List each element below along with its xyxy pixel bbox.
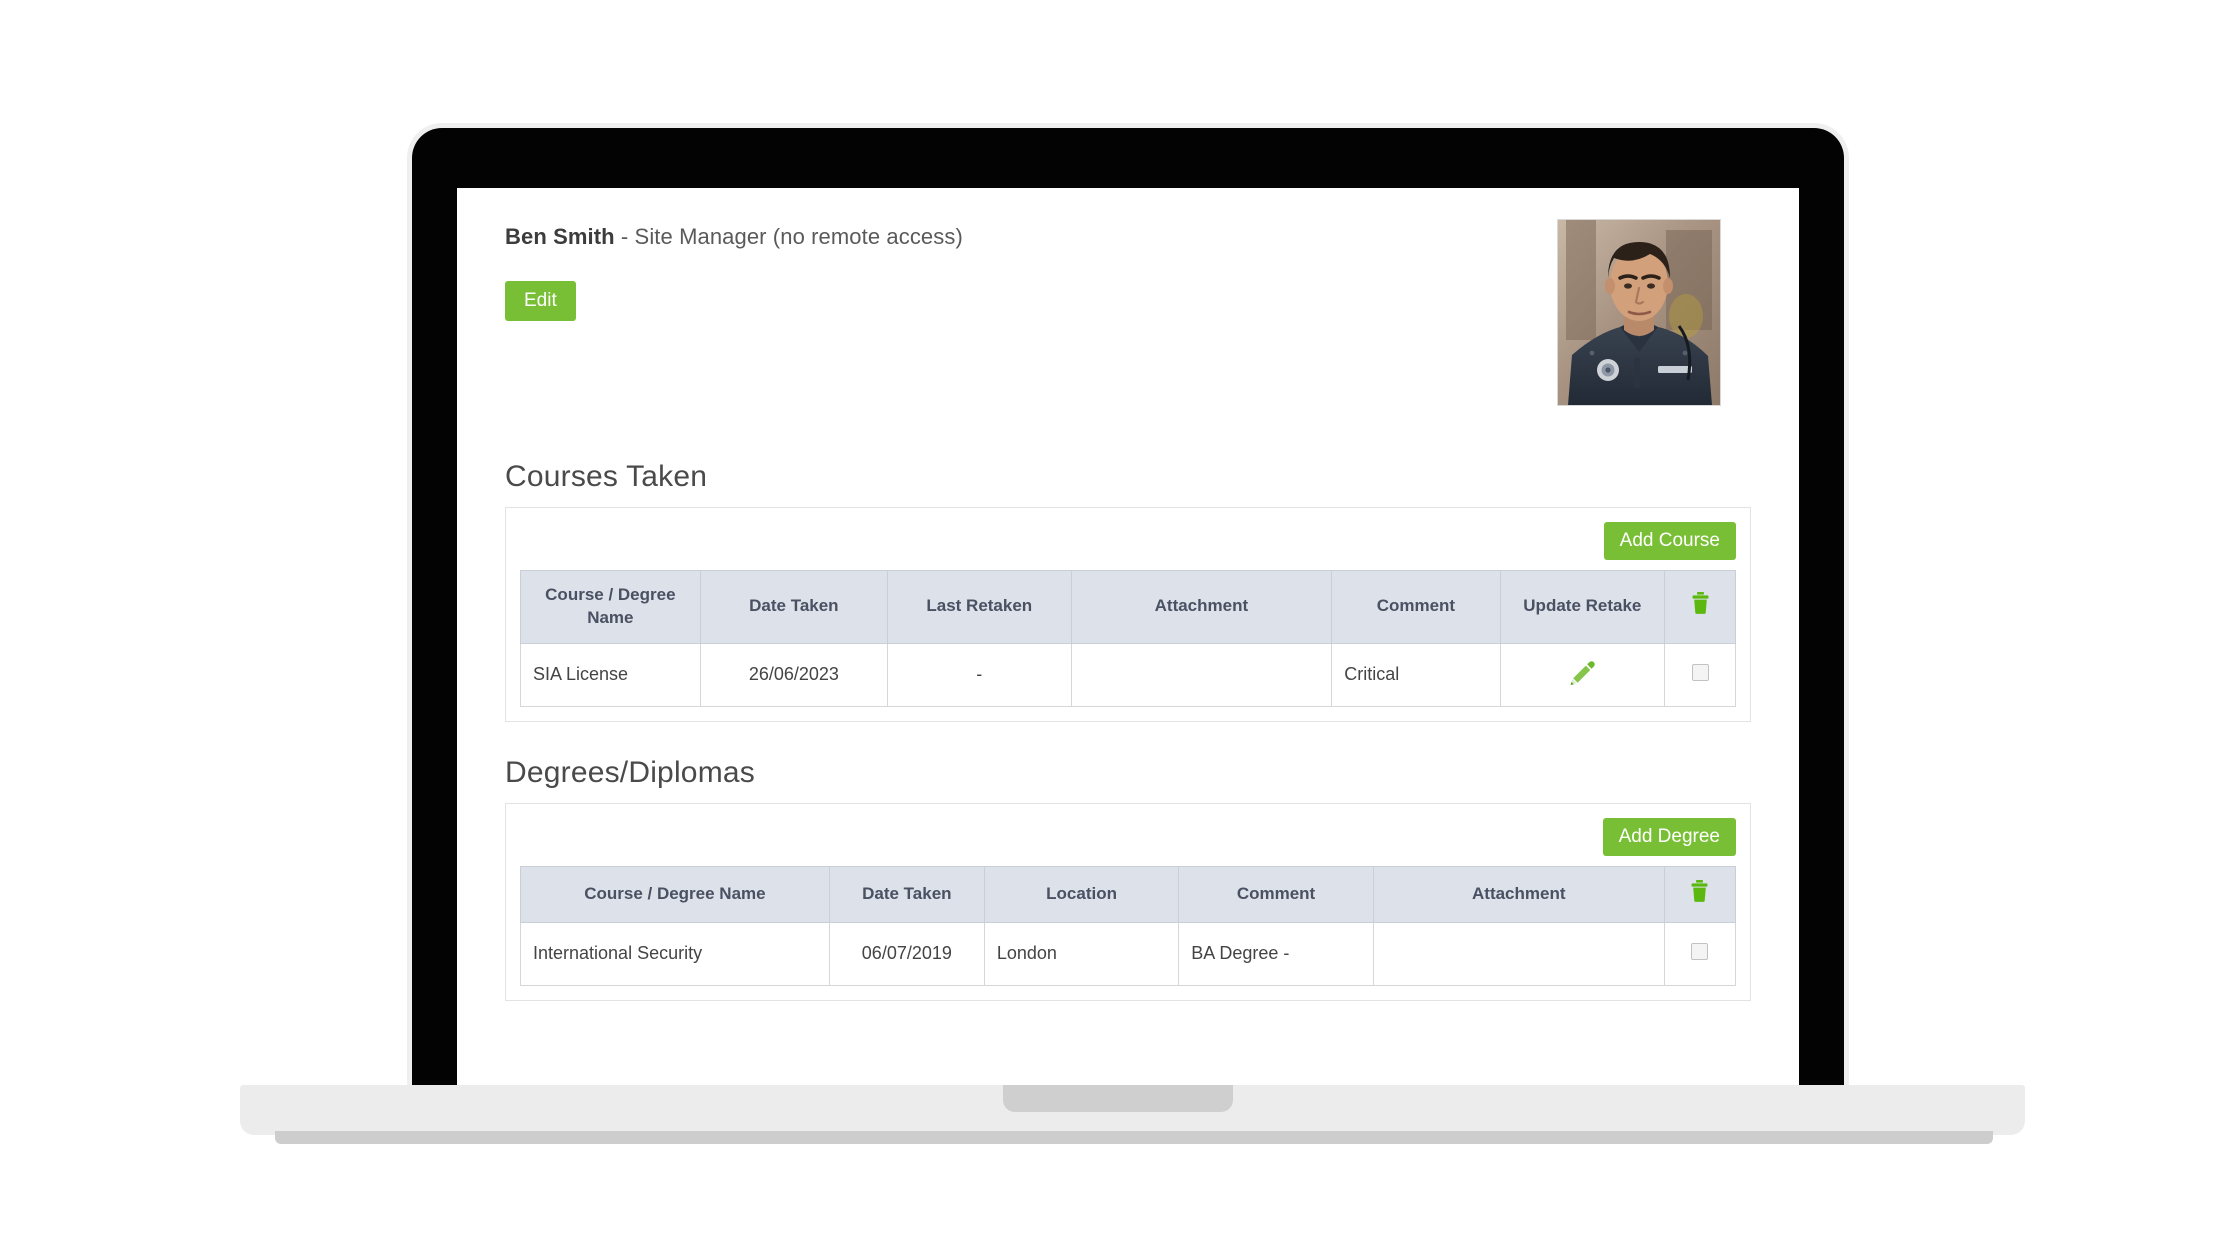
pencil-icon[interactable]	[1569, 659, 1596, 690]
laptop-mockup: Ben Smith - Site Manager (no remote acce…	[0, 0, 2240, 1260]
degrees-col-delete	[1663, 865, 1737, 923]
profile-role: Site Manager (no remote access)	[634, 224, 963, 249]
add-degree-button[interactable]: Add Degree	[1602, 817, 1736, 856]
courses-col-name: Course / Degree Name	[520, 570, 701, 644]
laptop-screen: Ben Smith - Site Manager (no remote acce…	[457, 188, 1799, 1090]
courses-cell-attachment	[1070, 642, 1333, 707]
degrees-table: Course / Degree Name Date Taken Location…	[520, 865, 1737, 986]
degrees-panel: Add Degree Course / Degree Name Date Tak…	[505, 802, 1751, 1001]
courses-cell-date-taken: 26/06/2023	[699, 642, 889, 707]
degrees-cell-date-taken: 06/07/2019	[828, 921, 985, 986]
courses-col-update-retake: Update Retake	[1499, 570, 1666, 644]
trash-icon-glyph	[1691, 879, 1708, 902]
degrees-toolbar: Add Degree	[506, 804, 1750, 866]
courses-col-date-taken: Date Taken	[699, 570, 889, 644]
degrees-col-location: Location	[983, 865, 1180, 923]
courses-table-header-row: Course / Degree Name Date Taken Last Ret…	[520, 570, 1736, 644]
courses-panel: Add Course Course / Degree Name Date Tak…	[505, 507, 1751, 722]
laptop-lid: Ben Smith - Site Manager (no remote acce…	[412, 128, 1844, 1090]
courses-table: Course / Degree Name Date Taken Last Ret…	[520, 570, 1736, 707]
courses-cell-last-retaken: -	[887, 642, 1072, 707]
degrees-cell-select	[1663, 921, 1737, 986]
courses-section-title: Courses Taken	[505, 460, 708, 493]
degrees-section-title: Degrees/Diplomas	[505, 755, 755, 789]
profile-header: Ben Smith - Site Manager (no remote acce…	[505, 216, 1751, 426]
add-course-button[interactable]: Add Course	[1603, 522, 1736, 560]
laptop-trackpad-notch	[1003, 1085, 1233, 1112]
profile-name-separator: -	[614, 224, 635, 249]
courses-col-delete	[1664, 570, 1736, 644]
courses-cell-update-retake	[1499, 642, 1666, 707]
laptop-foot	[275, 1131, 1993, 1144]
degrees-cell-comment: BA Degree -	[1178, 921, 1374, 986]
degrees-table-header-row: Course / Degree Name Date Taken Location…	[520, 865, 1737, 923]
profile-name: Ben Smith	[505, 224, 615, 249]
courses-col-last-retaken: Last Retaken	[887, 570, 1072, 644]
degrees-col-date-taken: Date Taken	[828, 865, 985, 923]
courses-cell-select	[1664, 642, 1736, 707]
edit-button[interactable]: Edit	[505, 281, 576, 322]
page-content: Ben Smith - Site Manager (no remote acce…	[457, 188, 1799, 1090]
trash-icon-glyph	[1692, 592, 1709, 615]
trash-icon[interactable]	[1691, 592, 1710, 621]
courses-cell-name: SIA License	[520, 642, 701, 707]
courses-col-attachment: Attachment	[1070, 570, 1333, 644]
row-select-checkbox[interactable]	[1691, 663, 1709, 681]
pencil-icon-glyph	[1570, 661, 1596, 686]
courses-toolbar: Add Course	[506, 508, 1750, 570]
table-row: International Security 06/07/2019 London…	[520, 921, 1737, 986]
row-select-checkbox[interactable]	[1691, 942, 1709, 960]
degrees-cell-attachment	[1372, 921, 1665, 986]
degrees-col-name: Course / Degree Name	[520, 865, 830, 923]
table-row: SIA License 26/06/2023 - Critical	[520, 642, 1736, 707]
employee-photo-image	[1558, 220, 1720, 405]
courses-cell-comment: Critical	[1331, 642, 1501, 707]
profile-photo	[1557, 219, 1721, 406]
courses-col-comment: Comment	[1331, 570, 1501, 644]
degrees-col-comment: Comment	[1178, 865, 1374, 923]
trash-icon[interactable]	[1690, 879, 1709, 909]
degrees-cell-name: International Security	[520, 921, 830, 986]
degrees-cell-location: London	[983, 921, 1180, 986]
degrees-col-attachment: Attachment	[1372, 865, 1665, 923]
